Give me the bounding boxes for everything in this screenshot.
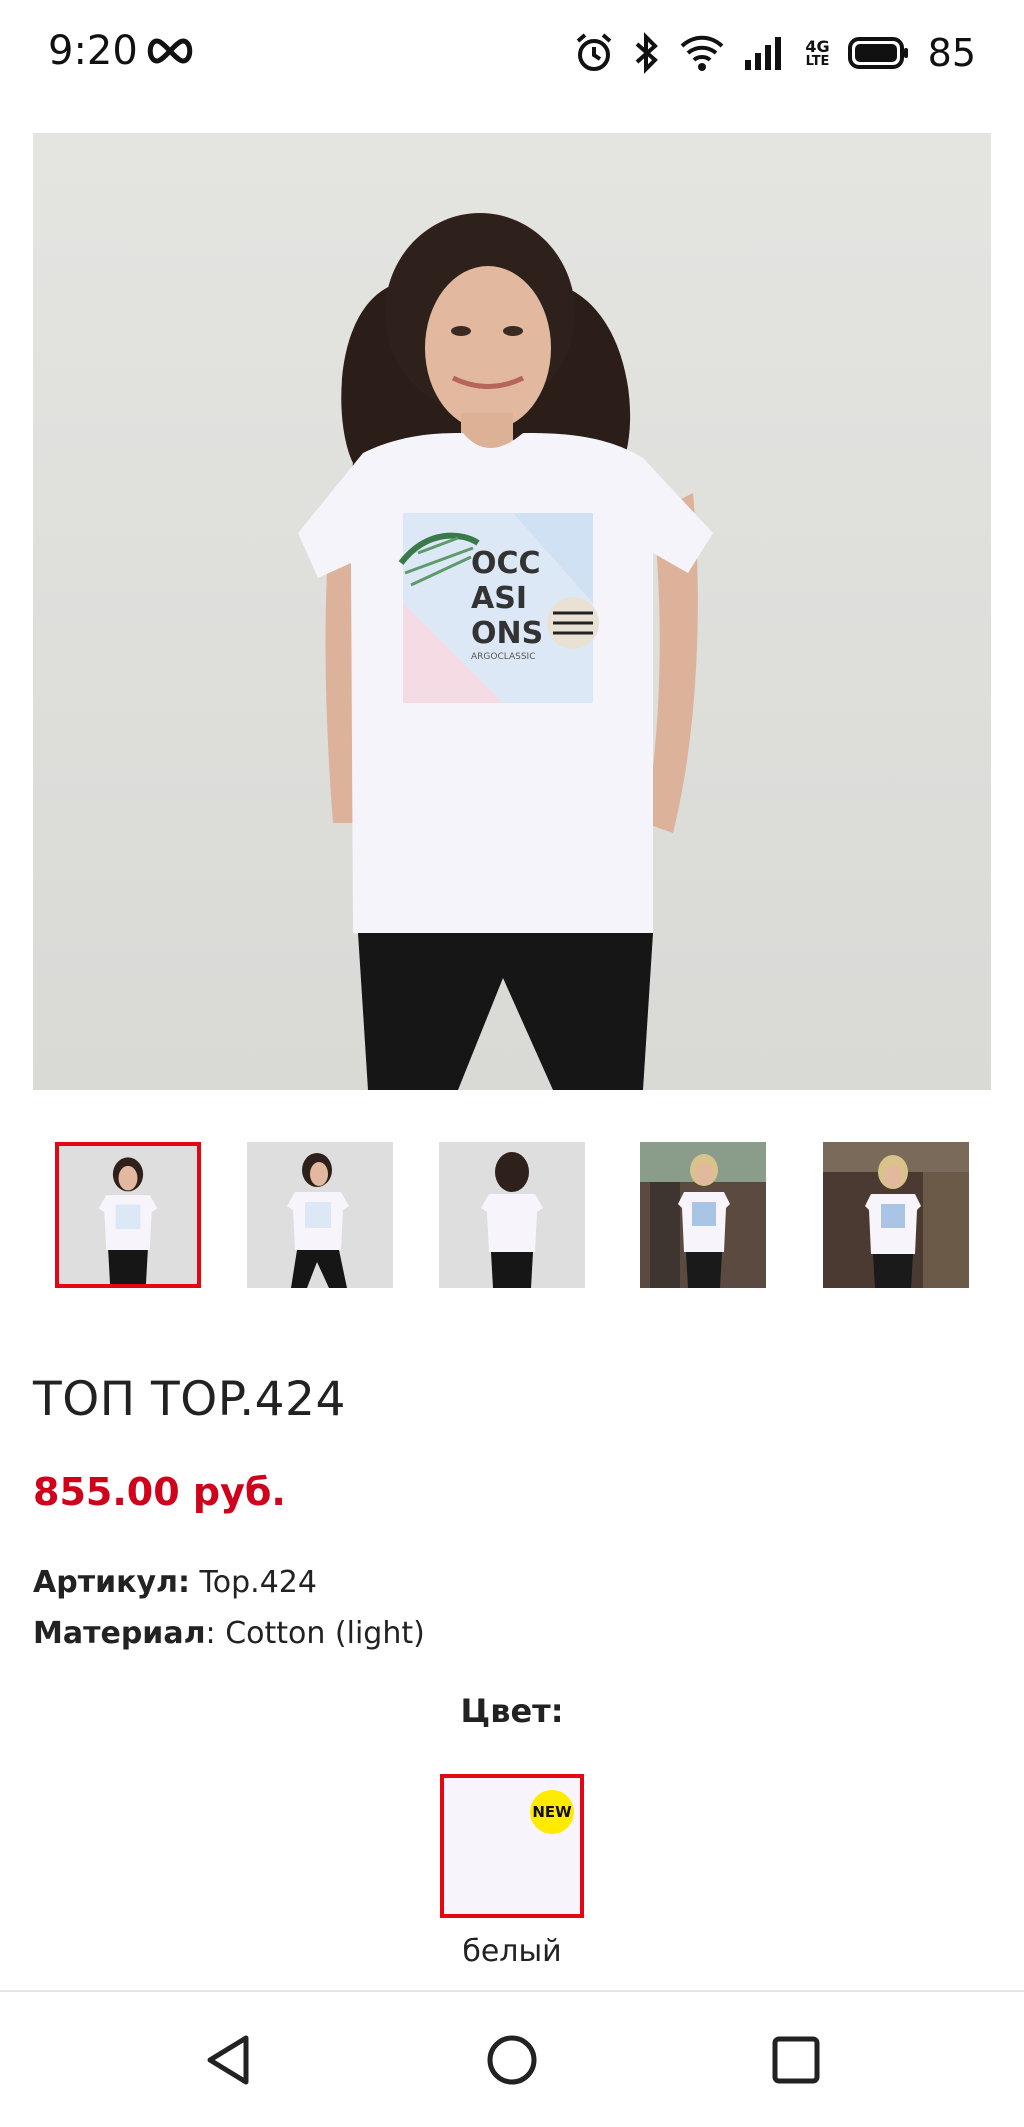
recents-button[interactable] (764, 2028, 828, 2092)
thumbnail-image (640, 1142, 766, 1288)
bluetooth-icon (636, 32, 659, 74)
thumbnail-image (59, 1146, 197, 1284)
recents-icon (772, 2036, 820, 2084)
back-icon (207, 2035, 249, 2085)
home-button[interactable] (480, 2028, 544, 2092)
product-main-image[interactable]: OCC ASI ONS ARGOCLASSIC (33, 133, 991, 1090)
thumbnail-2[interactable] (247, 1142, 393, 1288)
spec-article-label: Артикул: (33, 1565, 190, 1600)
infinity-icon (147, 38, 193, 64)
thumbnail-4[interactable] (640, 1142, 766, 1288)
product-price: 855.00 руб. (33, 1470, 286, 1514)
product-photo: OCC ASI ONS ARGOCLASSIC (33, 133, 991, 1090)
wifi-icon (681, 35, 724, 71)
spec-article-value: Top.424 (199, 1565, 317, 1600)
spec-material-value: : Cotton (light) (205, 1616, 425, 1651)
signal-icon (745, 37, 782, 70)
thumbnail-image (823, 1142, 969, 1288)
color-name: белый (462, 1934, 562, 1969)
color-swatch-white[interactable]: NEW (440, 1774, 584, 1918)
status-icons: 4G LTE 85 (573, 28, 976, 78)
home-icon (487, 2035, 537, 2085)
thumbnail-1[interactable] (55, 1142, 201, 1288)
thumbnail-3[interactable] (439, 1142, 585, 1288)
print-line-2: ASI (471, 581, 527, 616)
thumbnail-image (439, 1142, 585, 1288)
status-time: 9:20 (48, 28, 138, 74)
alarm-icon (577, 33, 612, 71)
product-title: ТОП TOP.424 (33, 1372, 346, 1427)
print-subtitle: ARGOCLASSIC (471, 652, 536, 662)
print-line-3: ONS (471, 616, 543, 651)
thumbnail-strip (0, 1142, 1024, 1290)
color-heading: Цвет: (460, 1692, 564, 1730)
network-type-icon: 4G LTE (805, 36, 830, 69)
system-nav-bar (0, 1992, 1024, 2127)
new-badge: NEW (530, 1790, 574, 1834)
back-button[interactable] (196, 2028, 260, 2092)
battery-percent: 85 (927, 31, 976, 75)
thumbnail-5[interactable] (823, 1142, 969, 1288)
thumbnail-image (247, 1142, 393, 1288)
battery-icon (847, 37, 908, 69)
spec-article: Артикул: Top.424 (33, 1565, 317, 1600)
spec-material-label: Материал (33, 1616, 206, 1651)
status-bar: 9:20 4G LTE 85 (0, 0, 1024, 108)
print-line-1: OCC (471, 546, 541, 581)
spec-material: Материал: Cotton (light) (33, 1616, 425, 1651)
